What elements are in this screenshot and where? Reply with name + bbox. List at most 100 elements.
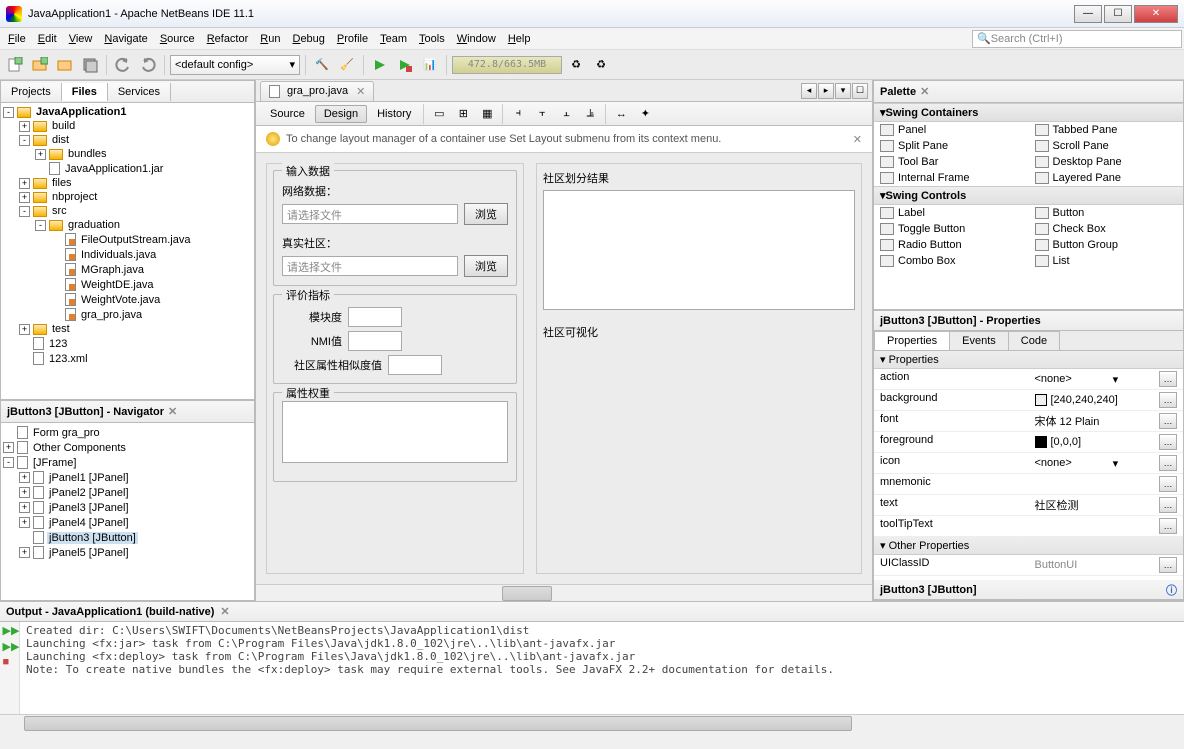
- palette-item[interactable]: Tabbed Pane: [1029, 122, 1184, 138]
- stop-icon[interactable]: ■: [3, 656, 17, 670]
- prop-edit-button[interactable]: …: [1159, 476, 1177, 492]
- menu-navigate[interactable]: Navigate: [98, 31, 153, 47]
- run-icon[interactable]: [369, 54, 391, 76]
- prop-edit-button[interactable]: …: [1159, 413, 1177, 429]
- tree-row[interactable]: -graduation: [3, 218, 252, 232]
- tab-projects[interactable]: Projects: [1, 83, 62, 101]
- palette-item[interactable]: Check Box: [1029, 221, 1184, 237]
- mode-design[interactable]: Design: [315, 105, 367, 123]
- tree-row[interactable]: MGraph.java: [3, 262, 252, 277]
- menu-team[interactable]: Team: [374, 31, 413, 47]
- tree-row[interactable]: -src: [3, 204, 252, 218]
- tab-files[interactable]: Files: [62, 83, 108, 101]
- align2-icon[interactable]: ⫟: [531, 103, 553, 125]
- debug-icon[interactable]: [394, 54, 416, 76]
- property-row[interactable]: foreground[0,0,0]…: [874, 432, 1183, 453]
- tree-row[interactable]: gra_pro.java: [3, 307, 252, 322]
- tab-list-icon[interactable]: ▾: [835, 83, 851, 99]
- tree-row[interactable]: JavaApplication1.jar: [3, 161, 252, 176]
- palette-item[interactable]: Split Pane: [874, 138, 1029, 154]
- prop-edit-button[interactable]: …: [1159, 455, 1177, 471]
- tree-row[interactable]: +jPanel1 [JPanel]: [3, 470, 252, 485]
- property-row[interactable]: toolTipText…: [874, 516, 1183, 537]
- tree-row[interactable]: FileOutputStream.java: [3, 232, 252, 247]
- output-text[interactable]: Created dir: C:\Users\SWIFT\Documents\Ne…: [20, 622, 1184, 714]
- prev-tab-icon[interactable]: ◂: [801, 83, 817, 99]
- property-row[interactable]: text社区检测…: [874, 495, 1183, 516]
- design-canvas[interactable]: 输入数据 网络数据： 请选择文件浏览 真实社区： 请选择文件浏览 评价指标 模块…: [256, 153, 872, 584]
- property-row[interactable]: font宋体 12 Plain…: [874, 411, 1183, 432]
- gc2-icon[interactable]: ♻: [590, 54, 612, 76]
- tree-row[interactable]: -JavaApplication1: [3, 105, 252, 119]
- tab-services[interactable]: Services: [108, 83, 171, 101]
- menu-refactor[interactable]: Refactor: [201, 31, 255, 47]
- menu-help[interactable]: Help: [502, 31, 537, 47]
- property-row[interactable]: mnemonic…: [874, 474, 1183, 495]
- palette-item[interactable]: Combo Box: [874, 253, 1029, 269]
- preview-icon[interactable]: ▦: [476, 103, 498, 125]
- prop-tab-code[interactable]: Code: [1008, 331, 1060, 350]
- palette-item[interactable]: Label: [874, 205, 1029, 221]
- palette-item[interactable]: Layered Pane: [1029, 170, 1184, 186]
- project-tree[interactable]: -JavaApplication1+build-dist+bundlesJava…: [1, 103, 254, 399]
- search-input[interactable]: 🔍 Search (Ctrl+I): [972, 30, 1182, 48]
- resize-icon[interactable]: ↔: [610, 103, 632, 125]
- tree-row[interactable]: +jPanel2 [JPanel]: [3, 485, 252, 500]
- menu-tools[interactable]: Tools: [413, 31, 451, 47]
- sim-input[interactable]: [388, 355, 442, 375]
- redo-icon[interactable]: [137, 54, 159, 76]
- palette-item[interactable]: Button Group: [1029, 237, 1184, 253]
- editor-h-scrollbar[interactable]: [256, 584, 872, 601]
- nmi-input[interactable]: [348, 331, 402, 351]
- palette-item[interactable]: Tool Bar: [874, 154, 1029, 170]
- align4-icon[interactable]: ⫡: [579, 103, 601, 125]
- maximize-editor-icon[interactable]: ☐: [852, 83, 868, 99]
- property-row[interactable]: background[240,240,240]…: [874, 390, 1183, 411]
- prop-tab-properties[interactable]: Properties: [874, 331, 950, 350]
- net-file-input[interactable]: 请选择文件: [282, 204, 458, 224]
- select-mode-icon[interactable]: ▭: [428, 103, 450, 125]
- tree-row[interactable]: +jPanel4 [JPanel]: [3, 515, 252, 530]
- hint-close-icon[interactable]: ✕: [853, 133, 862, 146]
- navigator-tree[interactable]: Form gra_pro+Other Components-[JFrame]+j…: [1, 423, 254, 600]
- palette[interactable]: ▾ Swing Containers PanelTabbed PaneSplit…: [874, 103, 1183, 269]
- align-icon[interactable]: ⫞: [507, 103, 529, 125]
- align3-icon[interactable]: ⫠: [555, 103, 577, 125]
- property-row[interactable]: icon<none>▾…: [874, 453, 1183, 474]
- tree-row[interactable]: -dist: [3, 133, 252, 147]
- config-combo[interactable]: <default config>▾: [170, 55, 300, 75]
- tree-row[interactable]: -[JFrame]: [3, 455, 252, 470]
- real-file-input[interactable]: 请选择文件: [282, 256, 458, 276]
- resize2-icon[interactable]: ✦: [634, 103, 656, 125]
- properties-table[interactable]: ▾ Properties action<none>▾…background[24…: [874, 351, 1183, 580]
- tree-row[interactable]: 123.xml: [3, 351, 252, 366]
- prop-edit-button[interactable]: …: [1159, 434, 1177, 450]
- prop-edit-button[interactable]: …: [1159, 557, 1177, 573]
- result-area[interactable]: [543, 190, 855, 310]
- prop-edit-button[interactable]: …: [1159, 518, 1177, 534]
- build-icon[interactable]: 🔨: [311, 54, 333, 76]
- memory-indicator[interactable]: 472.8/663.5MB: [452, 56, 562, 74]
- tree-row[interactable]: jButton3 [JButton]: [3, 530, 252, 545]
- menu-run[interactable]: Run: [254, 31, 286, 47]
- new-project-icon[interactable]: [29, 54, 51, 76]
- tree-row[interactable]: +files: [3, 176, 252, 190]
- tree-row[interactable]: 123: [3, 336, 252, 351]
- menu-edit[interactable]: Edit: [32, 31, 63, 47]
- weights-area[interactable]: [282, 401, 508, 463]
- connection-mode-icon[interactable]: ⊞: [452, 103, 474, 125]
- palette-item[interactable]: Radio Button: [874, 237, 1029, 253]
- palette-item[interactable]: Panel: [874, 122, 1029, 138]
- tree-row[interactable]: Form gra_pro: [3, 425, 252, 440]
- palette-item[interactable]: Toggle Button: [874, 221, 1029, 237]
- property-row[interactable]: UIClassIDButtonUI…: [874, 555, 1183, 576]
- menu-profile[interactable]: Profile: [331, 31, 374, 47]
- mode-source[interactable]: Source: [262, 106, 313, 122]
- next-tab-icon[interactable]: ▸: [818, 83, 834, 99]
- rerun-icon[interactable]: ▶▶: [3, 624, 17, 638]
- tree-row[interactable]: WeightDE.java: [3, 277, 252, 292]
- prop-edit-button[interactable]: …: [1159, 497, 1177, 513]
- palette-item[interactable]: List: [1029, 253, 1184, 269]
- clean-build-icon[interactable]: 🧹: [336, 54, 358, 76]
- gc-icon[interactable]: ♻: [565, 54, 587, 76]
